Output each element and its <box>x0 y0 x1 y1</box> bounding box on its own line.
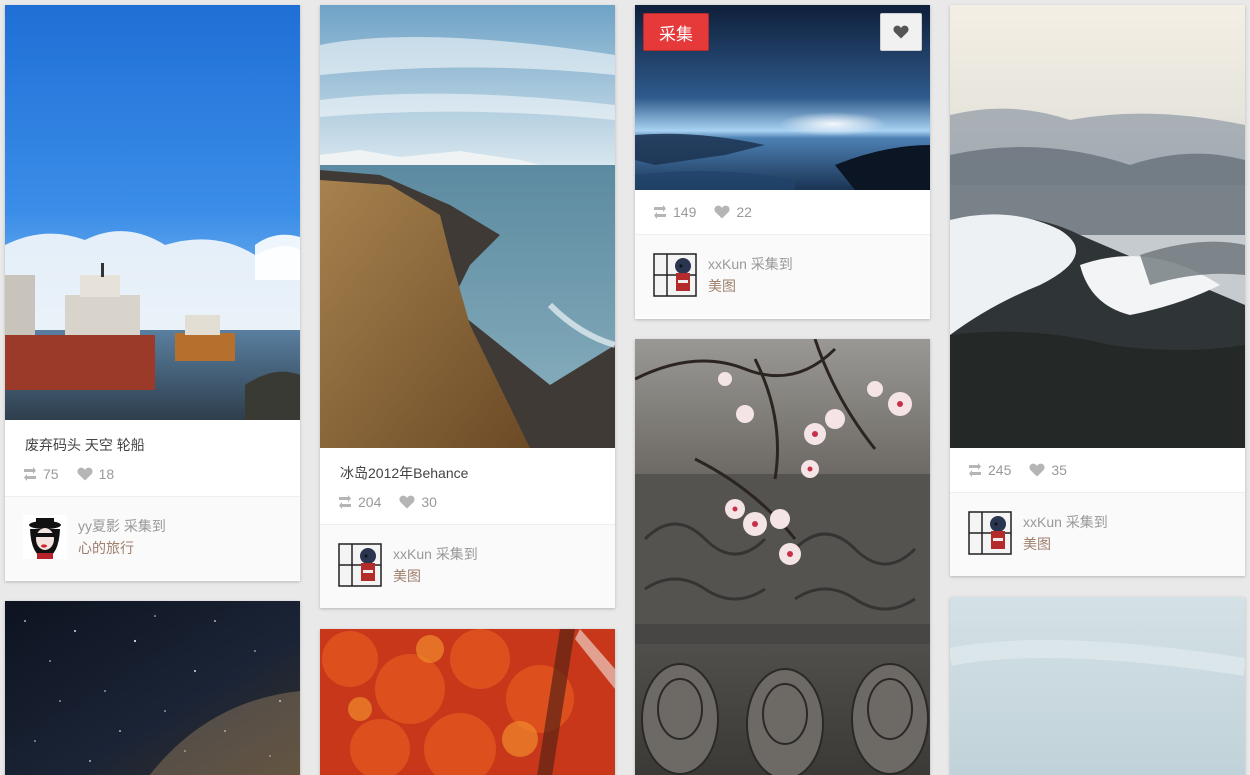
pin-owner: xxKun 采集到 美图 <box>950 492 1245 576</box>
pin-owner: xxKun 采集到 美图 <box>635 234 930 318</box>
pin-card[interactable]: 245 35 xxKun 采集到 美图 <box>950 5 1245 576</box>
action-text: 采集到 <box>435 546 478 562</box>
repin-count: 75 <box>43 466 59 482</box>
like-button[interactable] <box>880 13 922 51</box>
like-count: 35 <box>1051 462 1067 478</box>
heart-icon <box>714 205 730 219</box>
action-text: 采集到 <box>123 518 166 534</box>
user-link[interactable]: xxKun <box>1023 514 1062 530</box>
like-count: 18 <box>98 466 115 482</box>
pin-card[interactable] <box>950 597 1245 775</box>
pin-image[interactable] <box>5 5 300 420</box>
user-link[interactable]: xxKun <box>708 256 747 272</box>
repin-count: 204 <box>358 494 382 510</box>
user-link[interactable]: yy夏影 <box>78 518 120 534</box>
pin-card[interactable]: 采集 149 22 xxKun 采集到 美图 <box>635 5 930 319</box>
pin-stats: 245 35 <box>950 448 1245 492</box>
pin-stats: 149 22 <box>635 190 930 234</box>
heart-icon <box>893 25 909 39</box>
pin-waterfall: 废弃码头 天空 轮船 75 18 yy夏影 采集到 心的旅行 冰岛2012年Be… <box>0 0 1250 775</box>
board-link[interactable]: 美图 <box>708 275 793 297</box>
avatar[interactable] <box>23 515 67 559</box>
pin-card[interactable] <box>635 339 930 775</box>
pin-image[interactable] <box>950 597 1245 775</box>
heart-icon <box>399 495 415 509</box>
pin-image[interactable] <box>950 5 1245 448</box>
pin-stats: 204 30 <box>320 482 615 524</box>
avatar[interactable] <box>338 543 382 587</box>
repin-count: 245 <box>988 462 1012 478</box>
pin-card[interactable]: 废弃码头 天空 轮船 75 18 yy夏影 采集到 心的旅行 <box>5 5 300 581</box>
like-count: 22 <box>736 204 752 220</box>
pin-image[interactable] <box>320 629 615 775</box>
pin-owner: yy夏影 采集到 心的旅行 <box>5 496 300 580</box>
board-link[interactable]: 美图 <box>1023 533 1108 555</box>
pin-card[interactable] <box>5 601 300 775</box>
pin-stats: 75 18 <box>5 454 300 496</box>
pin-image[interactable]: 采集 <box>635 5 930 190</box>
like-count: 30 <box>421 494 437 510</box>
pin-caption: 废弃码头 天空 轮船 <box>25 437 145 453</box>
user-link[interactable]: xxKun <box>393 546 432 562</box>
pin-image[interactable] <box>635 339 930 775</box>
repin-icon <box>23 467 37 481</box>
pin-image[interactable] <box>320 5 615 448</box>
heart-icon <box>1029 463 1045 477</box>
avatar[interactable] <box>968 511 1012 555</box>
pin-card[interactable]: 冰岛2012年Behance 204 30 xxKun 采集到 美图 <box>320 5 615 608</box>
repin-icon <box>338 495 352 509</box>
board-link[interactable]: 美图 <box>393 565 478 587</box>
avatar[interactable] <box>653 253 697 297</box>
pin-card[interactable] <box>320 629 615 775</box>
pin-image[interactable] <box>5 601 300 775</box>
action-text: 采集到 <box>1065 514 1108 530</box>
save-button[interactable]: 采集 <box>643 13 709 51</box>
repin-icon <box>968 463 982 477</box>
repin-count: 149 <box>673 204 697 220</box>
pin-owner: xxKun 采集到 美图 <box>320 524 615 608</box>
pin-caption: 冰岛2012年Behance <box>340 465 469 481</box>
repin-icon <box>653 205 667 219</box>
heart-icon <box>77 467 93 481</box>
action-text: 采集到 <box>750 256 793 272</box>
board-link[interactable]: 心的旅行 <box>78 537 166 559</box>
